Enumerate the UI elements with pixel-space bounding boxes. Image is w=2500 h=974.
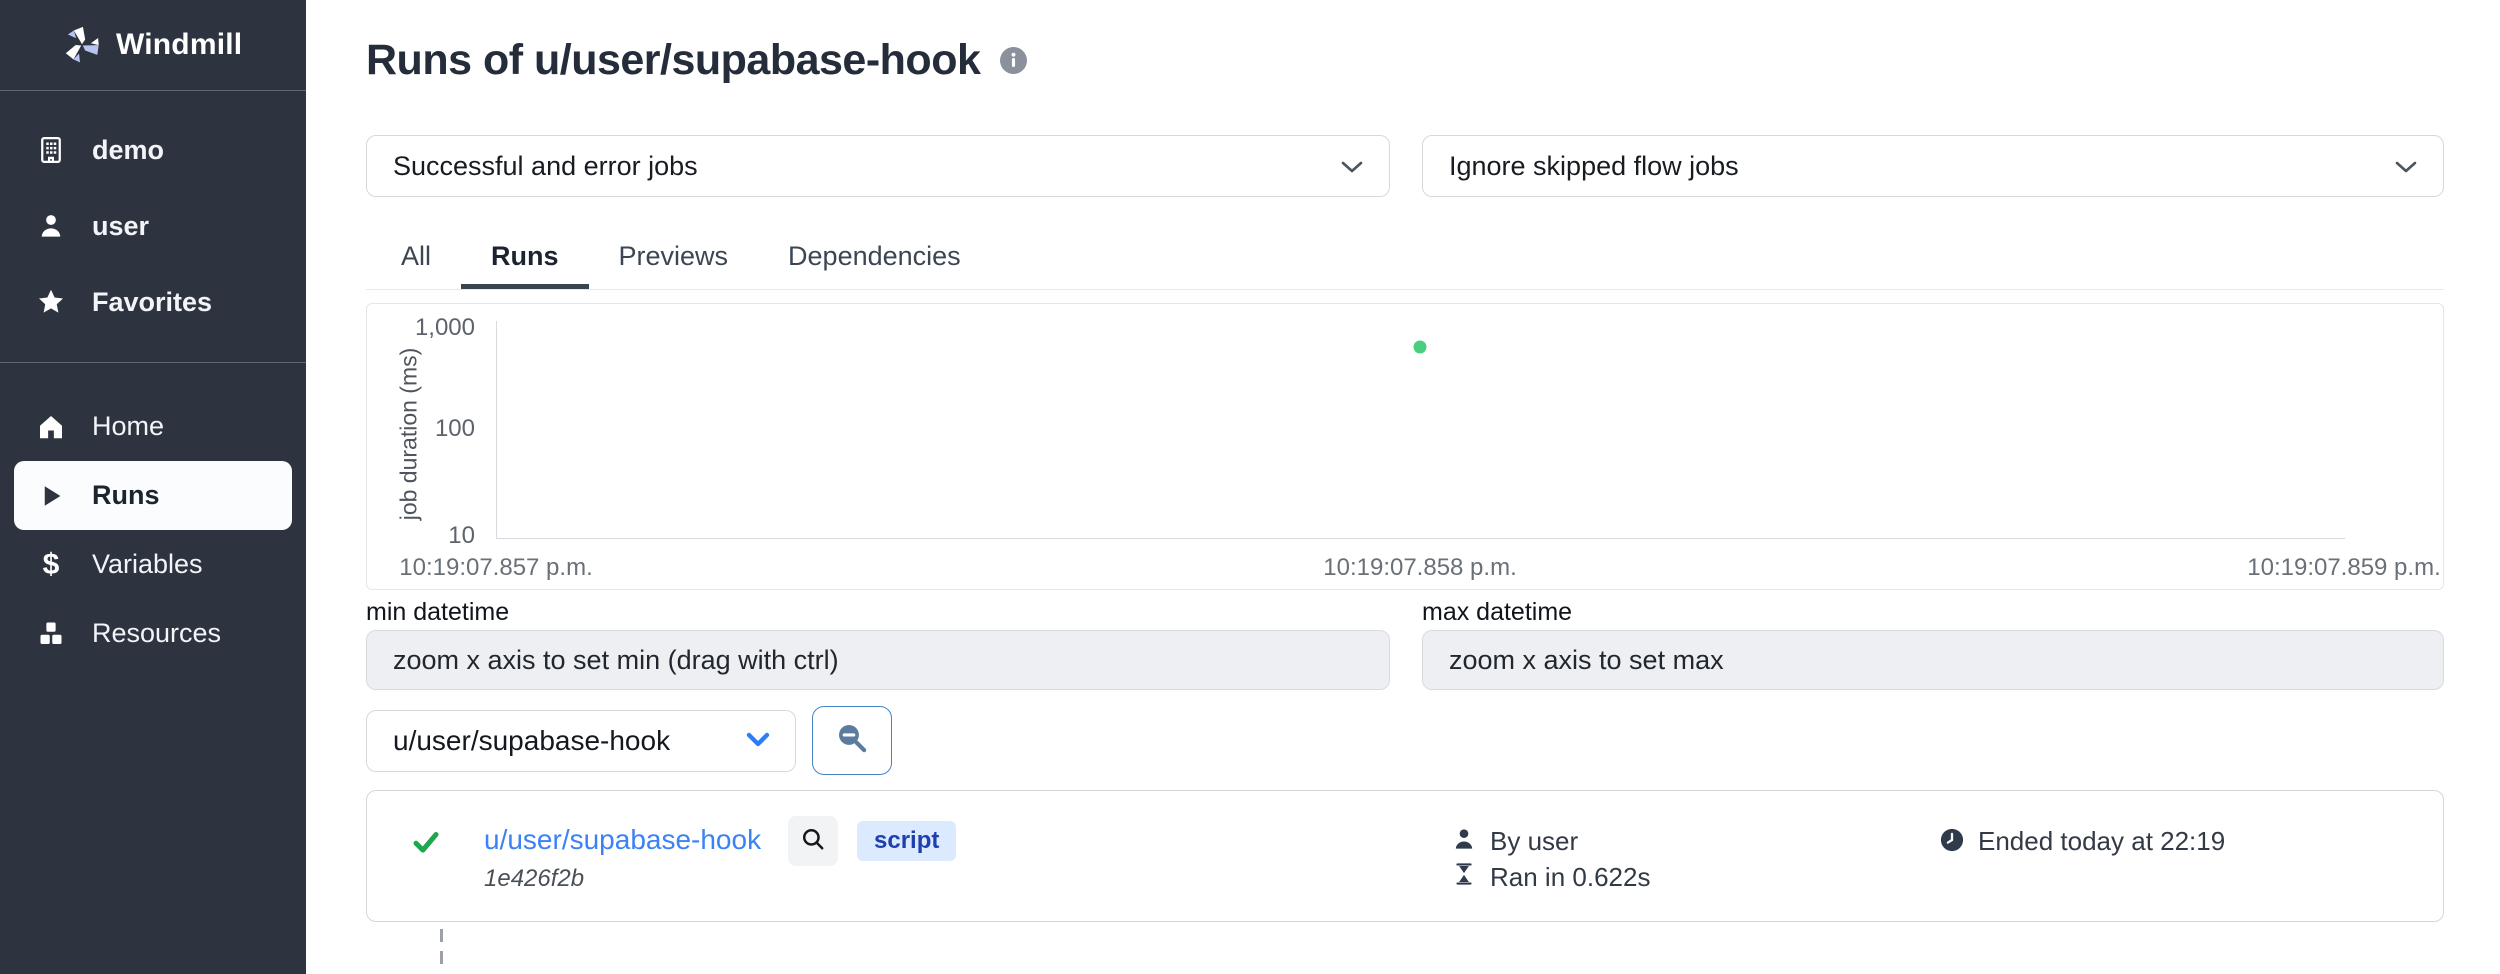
hourglass-icon: [1451, 861, 1481, 891]
timeline-dash: [440, 951, 443, 964]
sidebar-item-runs[interactable]: Runs: [14, 461, 292, 530]
building-icon: [36, 135, 66, 165]
tab-runs[interactable]: Runs: [461, 228, 589, 289]
zoom-out-button[interactable]: [812, 706, 892, 775]
nav-label-home: Home: [92, 411, 164, 442]
x-tick: 10:19:07.859 p.m.: [2247, 554, 2440, 582]
nav-label-variables: Variables: [92, 549, 203, 580]
runs-page: Windmill demo: [0, 0, 2500, 974]
x-tick: 10:19:07.858 p.m.: [1323, 554, 1516, 582]
y-tick: 10: [375, 522, 475, 550]
status-filter-value: Successful and error jobs: [393, 151, 698, 182]
run-duration: Ran in 0.622s: [1490, 862, 1650, 892]
search-icon: [800, 826, 826, 857]
max-datetime-label: max datetime: [1422, 598, 1572, 627]
run-row: u/user/supabase-hook script 1e426f2b By …: [366, 790, 2444, 922]
job-kind-badge: script: [857, 821, 956, 861]
chevron-down-icon: [2393, 151, 2419, 182]
user-label: user: [92, 211, 149, 242]
inspect-run-button[interactable]: [788, 816, 838, 866]
run-path-link[interactable]: u/user/supabase-hook: [484, 823, 761, 857]
success-check-icon: [411, 827, 441, 862]
sidebar-item-home[interactable]: Home: [0, 392, 306, 461]
search-minus-icon: [835, 721, 869, 760]
tab-all[interactable]: All: [371, 228, 461, 289]
chevron-down-icon: [743, 725, 773, 757]
nav-label-resources: Resources: [92, 618, 221, 649]
sidebar-workspace-group: demo user Favorites: [0, 112, 306, 340]
tab-previews[interactable]: Previews: [589, 228, 759, 289]
info-icon[interactable]: [1000, 47, 1027, 74]
job-duration-point[interactable]: [1414, 341, 1427, 354]
x-tick: 10:19:07.857 p.m.: [399, 554, 592, 582]
star-icon: [36, 287, 66, 317]
favorites-label: Favorites: [92, 287, 212, 318]
tab-dependencies[interactable]: Dependencies: [758, 228, 991, 289]
clock-icon: [1938, 826, 1968, 856]
page-title-text: Runs of u/user/supabase-hook: [366, 36, 980, 85]
sidebar-item-resources[interactable]: Resources: [0, 599, 306, 668]
flow-filter-select[interactable]: Ignore skipped flow jobs: [1422, 135, 2444, 197]
person-icon: [36, 211, 66, 241]
home-icon: [36, 412, 66, 442]
sidebar-nav: Home Runs $ Variables: [0, 392, 306, 668]
play-icon: [36, 481, 66, 511]
sidebar-item-favorites[interactable]: Favorites: [0, 264, 306, 340]
script-path-value: u/user/supabase-hook: [393, 725, 670, 757]
run-ended: Ended today at 22:19: [1978, 826, 2225, 856]
job-kind-tabs: All Runs Previews Dependencies: [366, 228, 2444, 290]
sidebar-item-variables[interactable]: $ Variables: [0, 530, 306, 599]
duration-chart[interactable]: job duration (ms) 1,000 100 10 10:19:07.…: [366, 303, 2444, 590]
script-path-select[interactable]: u/user/supabase-hook: [366, 710, 796, 772]
timeline-dash: [440, 929, 443, 942]
windmill-logo-icon: [62, 25, 102, 65]
workspace-label: demo: [92, 135, 164, 166]
sidebar-divider: [0, 362, 306, 363]
y-axis-line: [496, 321, 497, 538]
dollar-icon: $: [36, 550, 66, 580]
page-title: Runs of u/user/supabase-hook: [366, 36, 1027, 85]
min-datetime-input[interactable]: [366, 630, 1390, 690]
y-tick: 1,000: [375, 314, 475, 342]
y-tick: 100: [375, 415, 475, 443]
sidebar-item-user[interactable]: user: [0, 188, 306, 264]
cubes-icon: [36, 619, 66, 649]
min-datetime-label: min datetime: [366, 598, 509, 627]
run-id: 1e426f2b: [484, 865, 584, 893]
person-icon: [1450, 825, 1480, 855]
max-datetime-input[interactable]: [1422, 630, 2444, 690]
sidebar-item-workspace[interactable]: demo: [0, 112, 306, 188]
chevron-down-icon: [1339, 151, 1365, 182]
brand-name: Windmill: [116, 28, 242, 62]
status-filter-select[interactable]: Successful and error jobs: [366, 135, 1390, 197]
sidebar-divider: [0, 90, 306, 91]
x-axis-line: [496, 538, 2345, 539]
workspace-logo[interactable]: Windmill: [0, 0, 306, 90]
sidebar: Windmill demo: [0, 0, 306, 974]
run-by: By user: [1490, 826, 1578, 856]
flow-filter-value: Ignore skipped flow jobs: [1449, 151, 1739, 182]
nav-label-runs: Runs: [92, 480, 160, 511]
